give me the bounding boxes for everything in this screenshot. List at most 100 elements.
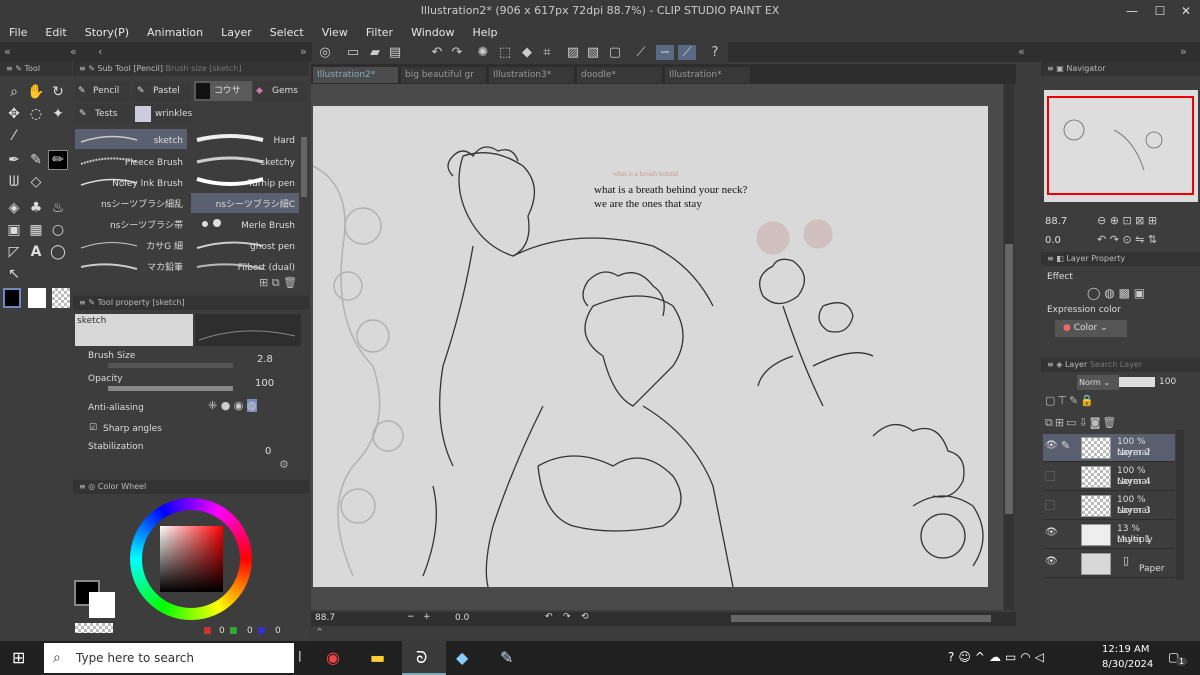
stabilize-icon[interactable]: ⟋: [632, 45, 650, 60]
layer-row[interactable]: 👁 ▯ Paper: [1043, 550, 1175, 578]
magic-wand-icon[interactable]: ✦: [48, 104, 68, 124]
stabilization-value[interactable]: 0: [265, 446, 271, 457]
new-folder-icon[interactable]: ▭: [1066, 416, 1078, 429]
brush-size-slider[interactable]: [108, 363, 233, 368]
layer-color-icon[interactable]: ▣: [1134, 286, 1145, 300]
sub-color[interactable]: [89, 592, 115, 618]
windows-start-icon[interactable]: ⊞: [12, 648, 25, 667]
navigator-zoom[interactable]: 88.7: [1045, 216, 1067, 227]
brush-ns-sheet-c[interactable]: nsシーツブラシ細C: [191, 193, 299, 213]
onedrive-icon[interactable]: ☁: [989, 650, 1005, 664]
main-color-swatch[interactable]: [3, 288, 21, 308]
wrench-icon[interactable]: ⚙: [279, 458, 289, 471]
angle-readout[interactable]: 0.0: [455, 613, 469, 623]
canvas-vscroll[interactable]: [1004, 84, 1014, 610]
opacity-slider[interactable]: [1119, 377, 1155, 387]
clear-icon[interactable]: ✺: [474, 45, 492, 60]
collapse-icon[interactable]: «: [70, 45, 77, 58]
zoom-in-circle-icon[interactable]: ⊕: [1110, 214, 1119, 227]
flip-h-icon[interactable]: ⇋: [1135, 233, 1144, 246]
brush-filbert[interactable]: Filbert (dual): [191, 256, 299, 276]
visibility-toggle[interactable]: [1045, 471, 1055, 481]
layer-row[interactable]: 👁 13 % Multiply Layer 1: [1043, 521, 1175, 549]
close-button[interactable]: ✕: [1174, 0, 1198, 22]
menu-edit[interactable]: Edit: [36, 26, 75, 39]
chevron-up-icon[interactable]: ^: [975, 650, 989, 664]
reset-rotation-icon[interactable]: ⟲: [581, 612, 589, 622]
eye-icon[interactable]: 👁: [1045, 556, 1058, 567]
layer-opacity-value[interactable]: 100: [1159, 377, 1176, 387]
doc-tab-doodle[interactable]: doodle*: [577, 67, 663, 83]
rotate-right-icon[interactable]: ↷: [563, 612, 571, 622]
new-file-icon[interactable]: ▭: [344, 45, 362, 60]
subtool-tab-pencil[interactable]: Sub Tool [Pencil]: [98, 64, 163, 73]
tone-icon[interactable]: ◍: [1104, 286, 1114, 300]
drawing-canvas[interactable]: what is a breath behind your neck? we ar…: [313, 106, 988, 587]
pattern-icon[interactable]: ▩: [1119, 286, 1130, 300]
delete-subtool-icon[interactable]: 🗑: [283, 276, 297, 289]
menu-story[interactable]: Story(P): [76, 26, 138, 39]
wifi-icon[interactable]: ◠: [1020, 650, 1034, 664]
anti-alias-options[interactable]: ⁜ ● ◉ ◍: [208, 399, 296, 417]
crop-icon[interactable]: ⌗: [538, 45, 556, 60]
blend-icon[interactable]: ♣: [26, 198, 46, 218]
fill-bucket-icon[interactable]: ◈: [4, 198, 24, 218]
file-explorer-icon[interactable]: ▬: [370, 648, 385, 667]
fit-icon[interactable]: ⊡: [1122, 214, 1131, 227]
new-vector-icon[interactable]: ⊞: [1055, 416, 1066, 429]
mask-icon[interactable]: ◙: [1090, 416, 1103, 429]
navigator-viewport[interactable]: [1047, 96, 1194, 195]
merge-icon[interactable]: ⇩: [1078, 416, 1089, 429]
menu-help[interactable]: Help: [463, 26, 506, 39]
task-view-icon[interactable]: |: [298, 649, 302, 662]
ink-pen-icon[interactable]: ✎: [26, 150, 46, 170]
blend-mode-select[interactable]: Norm ⌄: [1077, 375, 1119, 390]
paint-icon[interactable]: ✎: [500, 648, 513, 667]
ruler-icon[interactable]: ◸: [4, 242, 24, 262]
menu-filter[interactable]: Filter: [357, 26, 402, 39]
opacity-value[interactable]: 100: [255, 378, 274, 389]
visibility-toggle[interactable]: [1045, 500, 1055, 510]
search-layer-tab[interactable]: Search Layer: [1090, 360, 1142, 369]
border-effect-icon[interactable]: ◯: [1087, 286, 1100, 300]
help-tray-icon[interactable]: ?: [948, 650, 958, 664]
eraser-icon[interactable]: ◇: [26, 172, 46, 192]
sub-color-swatch[interactable]: [28, 288, 46, 308]
select-all-icon[interactable]: ▨: [564, 45, 582, 60]
snap-icon[interactable]: ⟋: [678, 45, 696, 60]
lock-icon[interactable]: 🔒: [1080, 394, 1096, 407]
maximize-button[interactable]: ☐: [1148, 0, 1172, 22]
hand-icon[interactable]: ✋: [26, 82, 46, 102]
menu-layer[interactable]: Layer: [212, 26, 261, 39]
open-folder-icon[interactable]: ▰: [366, 45, 384, 60]
gradient-icon[interactable]: ▣: [4, 220, 24, 240]
pen-icon[interactable]: ✒: [4, 150, 24, 170]
expression-color-select[interactable]: ● Color ⌄: [1055, 320, 1127, 337]
sharp-angles-checkbox[interactable]: ☑: [89, 423, 97, 433]
brush-noley-ink[interactable]: Noley Ink Brush: [75, 172, 187, 192]
reset-icon[interactable]: ⊙: [1122, 233, 1131, 246]
brush-turnip-pen[interactable]: Turnip pen: [191, 172, 299, 192]
layer-row[interactable]: 100 % Normal Layer 4: [1043, 463, 1175, 491]
group-gems[interactable]: ◆Gems 1-: [254, 81, 308, 101]
group-wrinkles[interactable]: wrinkles: [133, 104, 192, 124]
volume-icon[interactable]: ◁: [1035, 650, 1048, 664]
app-icon[interactable]: ◆: [456, 648, 468, 667]
zoom-icon[interactable]: ⌕: [4, 82, 24, 102]
menu-view[interactable]: View: [313, 26, 357, 39]
saturation-value-square[interactable]: [160, 526, 223, 592]
eye-icon[interactable]: 👁: [1045, 440, 1058, 451]
transparent-swatch[interactable]: [75, 623, 113, 633]
invert-icon[interactable]: ▢: [606, 45, 624, 60]
battery-icon[interactable]: ▭: [1005, 650, 1020, 664]
csp-taskbar-button[interactable]: ᘐ: [402, 641, 446, 675]
pencil-icon[interactable]: ✏: [48, 150, 68, 170]
opacity-slider[interactable]: [108, 386, 233, 391]
subtool-scrollbar[interactable]: [301, 137, 307, 197]
group-tests[interactable]: ✎ Tests: [75, 104, 130, 124]
brush-ghost-pen[interactable]: ghost pen: [191, 235, 299, 255]
rotate-left-icon[interactable]: ↶: [1097, 233, 1106, 246]
expand-right-icon[interactable]: »: [1180, 45, 1187, 58]
rotate-left-icon[interactable]: ↶: [545, 612, 553, 622]
undo-icon[interactable]: ↶: [428, 45, 446, 60]
